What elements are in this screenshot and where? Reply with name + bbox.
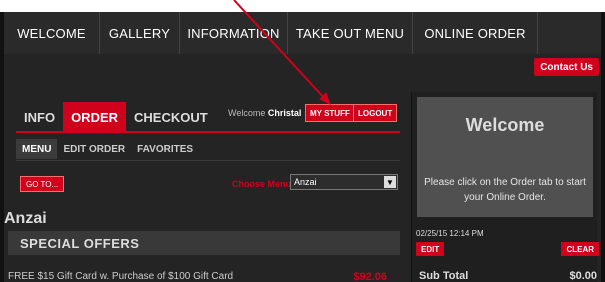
subtab-divider	[16, 160, 400, 161]
logout-button[interactable]: LOGOUT	[353, 104, 398, 122]
order-date: 02/25/15 12:14 PM	[416, 229, 484, 238]
tab-underline	[16, 131, 400, 133]
subtab-favorites[interactable]: FAVORITES	[131, 139, 199, 159]
main-nav: WELCOME GALLERY INFORMATION TAKE OUT MEN…	[4, 12, 601, 54]
tab-checkout[interactable]: CHECKOUT	[126, 102, 216, 132]
welcome-card-title: Welcome	[465, 115, 545, 135]
chevron-down-icon: ▼	[384, 176, 396, 188]
choose-menu-select[interactable]: Anzai ▼	[290, 174, 398, 190]
contact-us-button[interactable]: Contact Us	[534, 58, 599, 76]
top-strip	[0, 0, 605, 12]
nav-take-out-menu[interactable]: TAKE OUT MENU	[288, 12, 413, 54]
tab-info[interactable]: INFO	[16, 102, 63, 132]
order-subtabs: MENU EDIT ORDER FAVORITES	[16, 139, 199, 159]
special-offers-header: SPECIAL OFFERS	[8, 231, 400, 255]
nav-information[interactable]: INFORMATION	[180, 12, 288, 54]
welcome-prefix: Welcome	[228, 108, 266, 118]
welcome-card: Welcome Please click on the Order tab to…	[417, 97, 593, 217]
subtab-edit-order[interactable]: EDIT ORDER	[57, 139, 131, 159]
gift-card-price: $92.06	[353, 271, 387, 282]
edit-button[interactable]: EDIT	[416, 242, 445, 256]
subtab-menu[interactable]: MENU	[16, 139, 58, 159]
my-stuff-button[interactable]: MY STUFF	[305, 104, 355, 122]
nav-gallery[interactable]: GALLERY	[100, 12, 180, 54]
choose-menu-label: Choose Menu:	[232, 179, 294, 189]
subtotal-label: Sub Total	[419, 270, 469, 282]
tab-order[interactable]: ORDER	[63, 102, 127, 132]
nav-spacer	[538, 12, 601, 54]
clear-button[interactable]: CLEAR	[561, 242, 599, 256]
welcome-user: Welcome Christal	[228, 108, 301, 118]
special-offers-label: SPECIAL OFFERS	[20, 235, 140, 251]
choose-menu-value: Anzai	[294, 177, 317, 187]
goto-button[interactable]: GO TO...	[20, 176, 65, 192]
gift-card-item[interactable]: FREE $15 Gift Card w. Purchase of $100 G…	[8, 271, 233, 282]
user-name: Christal	[267, 108, 302, 118]
subtotal-value: $0.00	[569, 270, 597, 282]
order-tabs: INFO ORDER CHECKOUT	[16, 102, 216, 132]
nav-welcome[interactable]: WELCOME	[4, 12, 100, 54]
nav-online-order[interactable]: ONLINE ORDER	[413, 12, 538, 54]
section-title: Anzai	[4, 210, 47, 227]
welcome-card-message: Please click on the Order tab to start y…	[424, 177, 586, 203]
